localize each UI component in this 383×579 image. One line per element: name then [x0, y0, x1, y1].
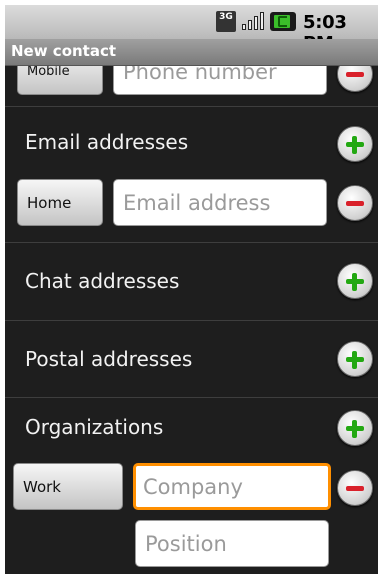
page-title: New contact [11, 42, 117, 60]
network-3g-icon: 3G [216, 11, 236, 32]
add-postal-button[interactable] [337, 341, 373, 377]
email-type-label: Home [27, 193, 72, 212]
divider [5, 242, 378, 243]
email-type-button[interactable]: Home [17, 179, 103, 226]
signal-strength-icon [240, 11, 265, 32]
position-field[interactable]: Position [135, 520, 329, 567]
email-address-field[interactable]: Email address [113, 179, 327, 226]
company-placeholder: Company [143, 474, 243, 499]
divider [5, 106, 378, 107]
chat-section-label: Chat addresses [25, 269, 180, 293]
email-section-label: Email addresses [25, 130, 189, 154]
divider [5, 320, 378, 321]
postal-section-label: Postal addresses [25, 347, 193, 371]
add-chat-button[interactable] [337, 263, 373, 299]
phone-number-placeholder: Phone number [123, 66, 277, 84]
email-address-placeholder: Email address [123, 190, 271, 215]
minus-icon [346, 72, 364, 77]
contact-form[interactable]: Mobile Phone number Email addresses Home… [5, 66, 378, 574]
title-bar: New contact [5, 39, 378, 66]
minus-icon [346, 486, 364, 491]
divider [5, 397, 378, 398]
status-bar: 3G 5:03 PM [5, 5, 378, 54]
phone-type-label: Mobile [27, 66, 70, 79]
battery-charging-icon [270, 12, 296, 31]
add-email-button[interactable] [337, 126, 373, 162]
phone-type-button[interactable]: Mobile [17, 66, 103, 95]
remove-phone-button[interactable] [337, 66, 373, 92]
add-organization-button[interactable] [337, 410, 373, 446]
minus-icon [346, 201, 364, 206]
company-field[interactable]: Company [133, 463, 331, 510]
organization-type-label: Work [23, 477, 61, 496]
device-frame: 3G 5:03 PM New contact Mobile Phone numb… [5, 5, 378, 574]
organization-type-button[interactable]: Work [13, 463, 123, 510]
phone-number-field[interactable]: Phone number [113, 66, 327, 95]
organizations-section-label: Organizations [25, 415, 164, 439]
remove-organization-button[interactable] [337, 470, 373, 506]
remove-email-button[interactable] [337, 185, 373, 221]
position-placeholder: Position [145, 531, 227, 556]
